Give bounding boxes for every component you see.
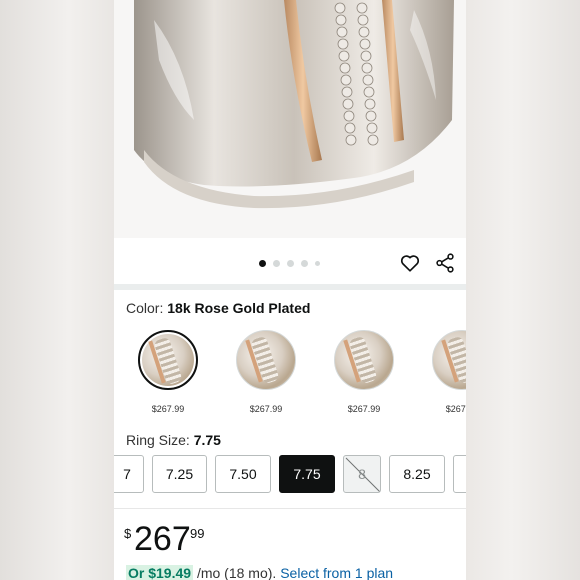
carousel-dots	[259, 260, 320, 267]
color-swatches: $267.99 $267.99 $267.99 $267.99	[114, 330, 466, 420]
size-option[interactable]	[453, 455, 466, 493]
carousel-dot[interactable]	[301, 260, 308, 267]
selected-color: 18k Rose Gold Plated	[167, 300, 311, 316]
size-label: Ring Size:	[126, 432, 190, 448]
color-swatch[interactable]: $267.99	[229, 330, 303, 414]
carousel-dot[interactable]	[273, 260, 280, 267]
size-option-label: 7.75	[293, 466, 321, 482]
size-option-label: 8	[358, 466, 366, 482]
size-option-label: 7	[123, 466, 131, 482]
color-selection-label: Color: 18k Rose Gold Plated	[126, 300, 310, 316]
select-plan-link[interactable]: Select from 1 plan	[280, 565, 393, 580]
size-option[interactable]: 8.25	[389, 455, 445, 493]
size-option-label: 8.25	[403, 466, 431, 482]
color-swatch[interactable]: $267.99	[327, 330, 401, 414]
swatch-image	[334, 330, 394, 390]
size-option-unavailable[interactable]: 8	[343, 455, 381, 493]
product-page: Color: 18k Rose Gold Plated $267.99 $267…	[114, 0, 466, 580]
background-left	[0, 0, 114, 580]
swatch-price: $267.99	[347, 404, 381, 414]
price-whole: 267	[134, 520, 191, 558]
price-currency: $	[124, 526, 132, 541]
monthly-badge: Or $19.49	[126, 565, 194, 580]
price-fraction: 99	[190, 526, 205, 541]
monthly-payment: Or $19.49 /mo (18 mo). Select from 1 pla…	[126, 565, 393, 580]
size-option-label: 7.25	[165, 466, 194, 482]
monthly-term: /mo (18 mo).	[196, 565, 277, 580]
share-icon[interactable]	[434, 252, 456, 274]
swatch-price: $267.99	[249, 404, 283, 414]
section-divider	[114, 284, 466, 290]
swatch-price: $267.99	[445, 404, 466, 414]
product-image[interactable]	[114, 0, 466, 238]
size-option[interactable]: 7	[114, 455, 144, 493]
color-swatch[interactable]: $267.99	[425, 330, 466, 414]
size-option-selected[interactable]: 7.75	[279, 455, 335, 493]
swatch-price: $267.99	[151, 404, 185, 414]
ring-photo	[114, 0, 466, 238]
carousel-dot[interactable]	[315, 261, 320, 266]
size-option-label: 7.50	[229, 466, 257, 482]
ring-size-label: Ring Size: 7.75	[126, 432, 221, 448]
carousel-dot[interactable]	[287, 260, 294, 267]
color-swatch-selected[interactable]: $267.99	[131, 330, 205, 414]
monthly-amount: $19.49	[148, 565, 192, 580]
carousel-dot-active[interactable]	[259, 260, 266, 267]
monthly-prefix: Or	[128, 565, 145, 580]
heart-outline-icon[interactable]	[399, 252, 421, 274]
background-right	[466, 0, 580, 580]
swatch-image	[432, 330, 466, 390]
size-option[interactable]: 7.50	[215, 455, 271, 493]
swatch-image	[138, 330, 198, 390]
image-controls	[114, 238, 466, 284]
size-options: 7 7.25 7.50 7.75 8 8.25	[114, 455, 466, 495]
size-option[interactable]: 7.25	[152, 455, 207, 493]
selected-size: 7.75	[193, 432, 221, 448]
color-label: Color:	[126, 300, 164, 316]
swatch-image	[236, 330, 296, 390]
section-divider	[114, 508, 466, 509]
